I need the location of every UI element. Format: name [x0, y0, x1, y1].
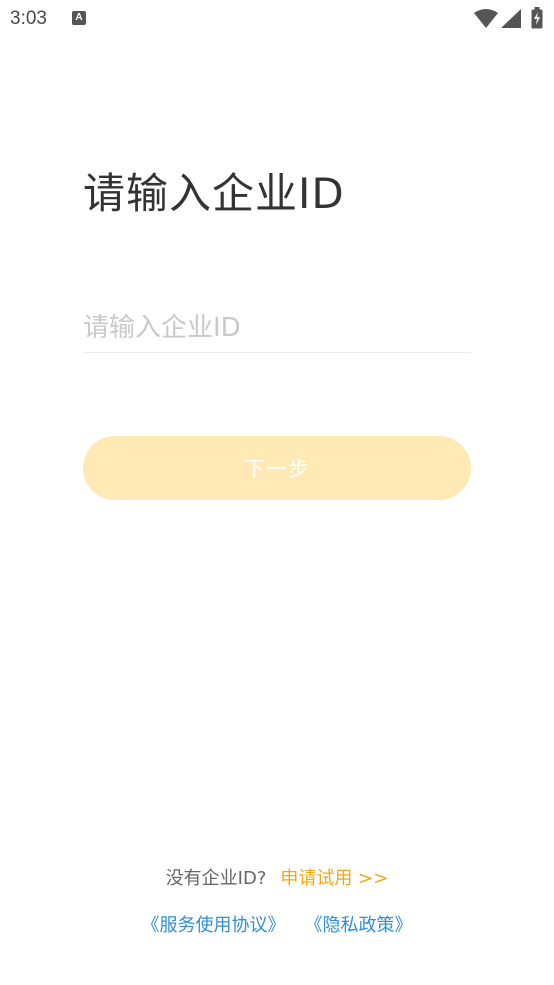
trial-row: 没有企业ID? 申请试用 >>: [0, 864, 554, 890]
no-enterprise-id-text: 没有企业ID?: [165, 868, 267, 889]
service-agreement-link[interactable]: 《服务使用协议》: [142, 915, 286, 936]
status-bar: 3:03 A: [0, 0, 554, 38]
privacy-policy-link[interactable]: 《隐私政策》: [314, 915, 413, 936]
page-title: 请输入企业ID: [83, 169, 345, 218]
battery-charging-icon: [531, 7, 543, 29]
status-time: 3:03: [10, 8, 47, 29]
agreements-row: 《服务使用协议》 《隐私政策》: [0, 911, 554, 937]
apply-trial-link[interactable]: 申请试用 >>: [280, 868, 388, 889]
next-step-button[interactable]: 下一步: [83, 436, 471, 500]
notification-a-letter: A: [75, 12, 83, 23]
wifi-icon: [474, 9, 498, 28]
notification-a-icon: A: [72, 11, 86, 25]
cellular-signal-icon: [501, 9, 521, 28]
enterprise-id-input[interactable]: [83, 304, 471, 353]
